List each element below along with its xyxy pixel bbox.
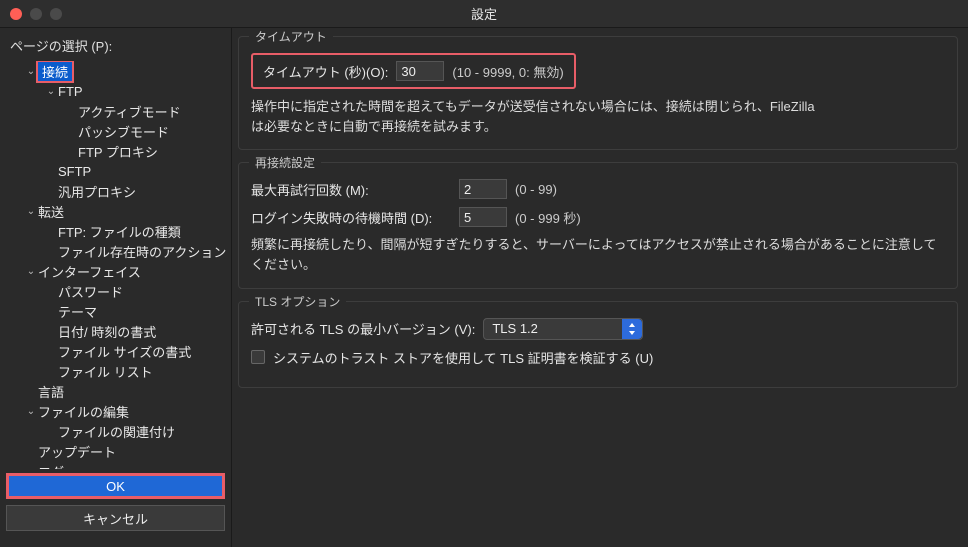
max-retries-label: 最大再試行回数 (M): <box>251 180 451 199</box>
main-panel: タイムアウト タイムアウト (秒)(O): (10 - 9999, 0: 無効)… <box>232 28 968 547</box>
sidebar-item-generic-proxy[interactable]: 汎用プロキシ <box>4 181 227 201</box>
sidebar-item-label: アクティブモード <box>78 102 181 121</box>
sidebar-item-label: 汎用プロキシ <box>58 182 136 201</box>
sidebar-item-label: 接続 <box>38 62 72 81</box>
sidebar-item-label: パッシブモード <box>78 122 169 141</box>
chevron-down-icon: ⌄ <box>24 406 38 417</box>
sidebar-header: ページの選択 (P): <box>0 28 231 61</box>
sidebar-item-label: FTP プロキシ <box>78 142 158 161</box>
chevron-down-icon: ⌄ <box>24 66 38 77</box>
group-title: TLS オプション <box>249 293 346 310</box>
reconnect-note: 頻繁に再接続したり、間隔が短すぎたりすると、サーバーによってはアクセスが禁止され… <box>251 235 945 275</box>
sidebar-item-file-association[interactable]: ファイルの関連付け <box>4 421 227 441</box>
sidebar-item-ftp-file-types[interactable]: FTP: ファイルの種類 <box>4 221 227 241</box>
sidebar-item-label: 日付/ 時刻の書式 <box>58 322 156 341</box>
sidebar-item-passive-mode[interactable]: パッシブモード <box>4 121 227 141</box>
settings-tree: ⌄ 接続 ⌄ FTP アクティブモード パッシブモード FTP プロキシ SFT… <box>0 61 231 469</box>
tls-min-version-select[interactable]: TLS 1.2 <box>483 318 643 340</box>
sidebar-item-file-exists-action[interactable]: ファイル存在時のアクション <box>4 241 227 261</box>
tls-min-version-label: 許可される TLS の最小バージョン (V): <box>251 319 475 338</box>
sidebar-item-password[interactable]: パスワード <box>4 281 227 301</box>
sidebar-item-sftp[interactable]: SFTP <box>4 161 227 181</box>
sidebar-item-label: 転送 <box>38 202 64 221</box>
sidebar-item-label: ファイルの関連付け <box>58 422 175 441</box>
sidebar-item-ftp[interactable]: ⌄ FTP <box>4 81 227 101</box>
delay-hint: (0 - 999 秒) <box>515 208 581 227</box>
sidebar-item-label: FTP: ファイルの種類 <box>58 222 181 241</box>
ok-button[interactable]: OK <box>6 473 225 499</box>
truststore-label: システムのトラスト ストアを使用して TLS 証明書を検証する (U) <box>273 348 653 367</box>
delay-label: ログイン失敗時の待機時間 (D): <box>251 208 451 227</box>
sidebar-item-label: テーマ <box>58 302 97 321</box>
sidebar-buttons: OK キャンセル <box>0 469 231 547</box>
sidebar-item-label: ファイル サイズの書式 <box>58 342 191 361</box>
timeout-label: タイムアウト (秒)(O): <box>263 62 388 81</box>
timeout-highlight: タイムアウト (秒)(O): (10 - 9999, 0: 無効) <box>251 53 576 89</box>
sidebar-item-label: ログ <box>38 462 64 470</box>
timeout-input[interactable] <box>396 61 444 81</box>
chevron-down-icon: ⌄ <box>24 266 38 277</box>
sidebar-item-label: アップデート <box>38 442 116 461</box>
max-retries-hint: (0 - 99) <box>515 182 557 197</box>
sidebar-item-label: パスワード <box>58 282 123 301</box>
sidebar-item-label: ファイル存在時のアクション <box>58 242 226 261</box>
minimize-icon <box>30 8 42 20</box>
truststore-checkbox[interactable] <box>251 350 265 364</box>
sidebar-item-connection[interactable]: ⌄ 接続 <box>4 61 227 81</box>
timeout-hint: (10 - 9999, 0: 無効) <box>452 62 563 81</box>
sidebar-item-label: FTP <box>58 84 83 99</box>
window-title: 設定 <box>0 4 968 23</box>
chevron-updown-icon <box>622 319 642 339</box>
max-retries-input[interactable] <box>459 179 507 199</box>
sidebar: ページの選択 (P): ⌄ 接続 ⌄ FTP アクティブモード パッシブモード … <box>0 28 232 547</box>
sidebar-item-label: 言語 <box>38 382 64 401</box>
sidebar-item-label: ファイルの編集 <box>38 402 129 421</box>
sidebar-item-log[interactable]: ログ <box>4 461 227 469</box>
delay-input[interactable] <box>459 207 507 227</box>
timeout-desc: 操作中に指定された時間を超えてもデータが送受信されない場合には、接続は閉じられ、… <box>251 97 945 137</box>
sidebar-item-active-mode[interactable]: アクティブモード <box>4 101 227 121</box>
sidebar-item-label: SFTP <box>58 164 91 179</box>
sidebar-item-file-editing[interactable]: ⌄ ファイルの編集 <box>4 401 227 421</box>
tls-group: TLS オプション 許可される TLS の最小バージョン (V): TLS 1.… <box>238 301 958 388</box>
chevron-down-icon: ⌄ <box>24 206 38 217</box>
sidebar-item-label: ファイル リスト <box>58 362 153 381</box>
zoom-icon <box>50 8 62 20</box>
sidebar-item-theme[interactable]: テーマ <box>4 301 227 321</box>
cancel-button[interactable]: キャンセル <box>6 505 225 531</box>
sidebar-item-interface[interactable]: ⌄ インターフェイス <box>4 261 227 281</box>
group-title: タイムアウト <box>249 28 333 45</box>
timeout-group: タイムアウト タイムアウト (秒)(O): (10 - 9999, 0: 無効)… <box>238 36 958 150</box>
sidebar-item-ftp-proxy[interactable]: FTP プロキシ <box>4 141 227 161</box>
titlebar: 設定 <box>0 0 968 28</box>
sidebar-item-language[interactable]: 言語 <box>4 381 227 401</box>
sidebar-item-transfer[interactable]: ⌄ 転送 <box>4 201 227 221</box>
sidebar-item-update[interactable]: アップデート <box>4 441 227 461</box>
group-title: 再接続設定 <box>249 154 321 171</box>
tls-min-version-value: TLS 1.2 <box>492 321 538 336</box>
sidebar-item-filesize-format[interactable]: ファイル サイズの書式 <box>4 341 227 361</box>
sidebar-item-label: インターフェイス <box>38 262 141 281</box>
window-controls <box>0 8 62 20</box>
reconnect-group: 再接続設定 最大再試行回数 (M): (0 - 99) ログイン失敗時の待機時間… <box>238 162 958 288</box>
chevron-down-icon: ⌄ <box>44 86 58 97</box>
close-icon[interactable] <box>10 8 22 20</box>
sidebar-item-file-list[interactable]: ファイル リスト <box>4 361 227 381</box>
sidebar-item-datetime-format[interactable]: 日付/ 時刻の書式 <box>4 321 227 341</box>
